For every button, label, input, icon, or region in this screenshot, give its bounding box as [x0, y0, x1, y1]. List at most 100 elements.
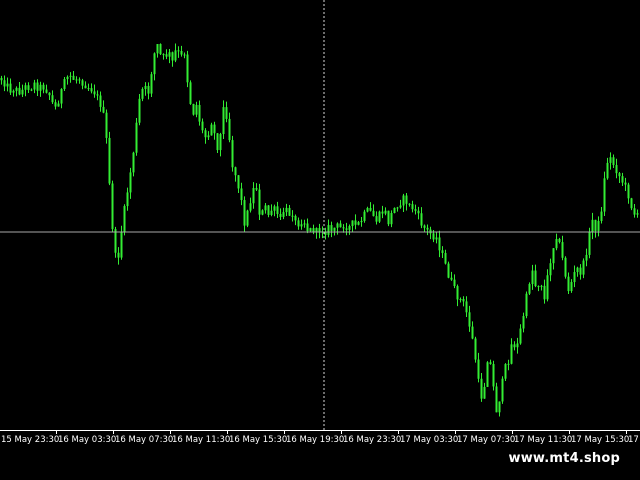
price-chart[interactable]: 15 May 23:3016 May 03:3016 May 07:3016 M… — [0, 0, 640, 480]
candle-body — [510, 344, 513, 364]
candle-body — [375, 216, 378, 222]
candle-body — [480, 378, 483, 399]
candle-body — [528, 284, 531, 294]
candle-body — [327, 225, 330, 235]
candle-body — [462, 299, 465, 302]
candle-body — [426, 227, 429, 230]
candle-body — [78, 79, 81, 81]
candle-body — [0, 78, 3, 81]
candle-body — [123, 206, 126, 232]
candle-body — [174, 50, 177, 61]
candle-body — [324, 232, 327, 235]
candle-body — [594, 219, 597, 231]
candle-body — [567, 276, 570, 292]
candle-body — [225, 107, 228, 119]
candle-body — [387, 210, 390, 225]
candle-body — [513, 344, 516, 348]
candle-body — [201, 121, 204, 131]
candle-body — [369, 207, 372, 211]
candle-body — [291, 215, 294, 217]
candle-body — [636, 213, 639, 215]
candle-body — [612, 157, 615, 166]
candle-body — [306, 223, 309, 232]
candle-body — [441, 250, 444, 253]
x-tick-label: 16 May 11:30 — [172, 435, 230, 445]
candle-body — [3, 80, 6, 87]
candle-body — [357, 222, 360, 225]
candle-body — [15, 87, 18, 91]
candle-body — [129, 172, 132, 193]
candle-body — [576, 267, 579, 273]
candle-body — [432, 233, 435, 240]
candle-body — [171, 52, 174, 61]
candle-body — [384, 210, 387, 214]
candle-body — [444, 252, 447, 264]
candle-body — [69, 75, 72, 77]
x-tick-label: 17 May 19:30 — [628, 435, 640, 445]
candle-body — [36, 82, 39, 91]
candle-body — [474, 338, 477, 360]
candle-body — [39, 84, 42, 91]
candle-body — [393, 207, 396, 213]
candle-body — [342, 227, 345, 229]
candle-body — [402, 195, 405, 206]
candle-body — [45, 89, 48, 93]
candle-body — [288, 207, 291, 216]
candle-body — [573, 272, 576, 283]
candle-body — [483, 386, 486, 399]
candle-body — [543, 285, 546, 300]
candle-body — [153, 53, 156, 75]
candle-body — [390, 212, 393, 225]
candle-body — [591, 219, 594, 233]
candle-body — [189, 82, 192, 104]
candle-body — [507, 363, 510, 365]
candle-body — [243, 200, 246, 226]
candle-body — [159, 44, 162, 55]
candle-body — [468, 312, 471, 327]
candle-body — [183, 54, 186, 56]
candle-body — [81, 80, 84, 86]
candle-body — [633, 208, 636, 215]
candle-body — [63, 79, 66, 90]
candle-body — [117, 252, 120, 258]
candle-body — [414, 209, 417, 211]
candle-body — [12, 90, 15, 93]
candle-body — [627, 184, 630, 199]
candle-body — [477, 359, 480, 379]
candle-body — [294, 215, 297, 221]
candle-body — [165, 54, 168, 57]
candle-body — [267, 205, 270, 215]
x-tick-label: 16 May 03:30 — [58, 435, 116, 445]
candle-body — [504, 364, 507, 379]
candle-body — [600, 211, 603, 221]
candle-body — [588, 232, 591, 255]
candle-body — [60, 89, 63, 104]
candle-body — [255, 188, 258, 190]
candle-body — [72, 75, 75, 80]
candle-body — [396, 207, 399, 209]
candle-body — [180, 50, 183, 55]
candle-body — [219, 134, 222, 151]
watermark-text[interactable]: www.mt4.shop — [506, 451, 622, 466]
candle-body — [348, 226, 351, 230]
candle-body — [366, 207, 369, 212]
candle-body — [411, 204, 414, 210]
candle-body — [621, 176, 624, 183]
chart-background — [0, 0, 640, 480]
candle-body — [144, 85, 147, 90]
candle-body — [372, 210, 375, 217]
candle-body — [339, 223, 342, 228]
candle-body — [456, 286, 459, 300]
candle-body — [492, 364, 495, 387]
candle-body — [192, 103, 195, 115]
candle-body — [534, 270, 537, 287]
candle-body — [465, 301, 468, 313]
candle-body — [93, 91, 96, 95]
candle-body — [75, 79, 78, 81]
candle-body — [168, 52, 171, 57]
candle-body — [597, 220, 600, 231]
candle-body — [330, 225, 333, 231]
candle-body — [501, 378, 504, 402]
candle-body — [114, 229, 117, 253]
candle-body — [363, 211, 366, 221]
